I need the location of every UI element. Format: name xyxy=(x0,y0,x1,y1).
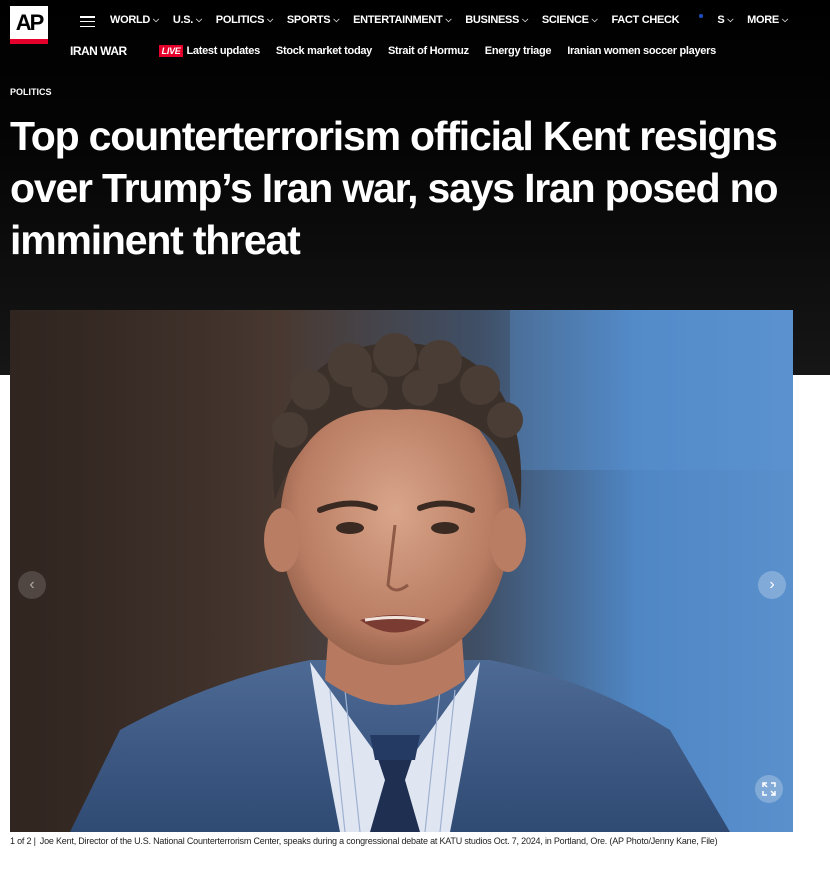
chevron-down-icon: ⌵ xyxy=(591,15,598,24)
chevron-down-icon: ⌵ xyxy=(196,15,202,24)
nav-item-more[interactable]: MORE ⌵ xyxy=(747,14,788,26)
portrait-illustration xyxy=(10,310,793,832)
subnav-label: Energy triage xyxy=(484,45,552,57)
subnav-link-hormuz[interactable]: Strait of Hormuz xyxy=(388,45,469,57)
subnav-link-latest[interactable]: LIVE Latest updates xyxy=(158,45,260,57)
nav-label: FACT CHECK xyxy=(611,14,680,26)
nav-item-us[interactable]: U.S. ⌵ xyxy=(173,14,202,26)
nav-item-politics[interactable]: POLITICS ⌵ xyxy=(216,14,273,26)
gallery-next-button[interactable]: › xyxy=(758,571,786,599)
nav-label: WORLD xyxy=(110,14,151,26)
nav-item-sports[interactable]: SPORTS ⌵ xyxy=(287,14,339,26)
logo-red-bar xyxy=(10,39,48,44)
chevron-down-icon: ⌵ xyxy=(727,15,734,24)
subnav-label: Strait of Hormuz xyxy=(388,45,469,57)
nav-label: SPORTS xyxy=(286,14,331,26)
subnav-link-energy[interactable]: Energy triage xyxy=(484,45,552,57)
subnav-label: Latest updates xyxy=(186,45,260,57)
nav-item-truncated[interactable]: S ⌵ xyxy=(717,14,733,26)
nav-label: ENTERTAINMENT xyxy=(353,14,443,26)
nav-item-world[interactable]: WORLD ⌵ xyxy=(110,14,159,26)
chevron-down-icon: ⌵ xyxy=(153,15,159,24)
nav-item-business[interactable]: BUSINESS ⌵ xyxy=(465,14,528,26)
chevron-down-icon: ⌵ xyxy=(333,15,340,24)
topic-nav: IRAN WAR LIVE Latest updates Stock market… xyxy=(70,44,732,58)
nav-label: POLITICS xyxy=(215,14,265,26)
logo-text: AP xyxy=(15,10,45,35)
caption-text: Joe Kent, Director of the U.S. National … xyxy=(39,836,718,846)
subnav-link-soccer[interactable]: Iranian women soccer players xyxy=(567,45,716,57)
subnav-link-stock[interactable]: Stock market today xyxy=(276,45,372,57)
subnav-label: Iranian women soccer players xyxy=(567,45,716,57)
gallery-expand-button[interactable] xyxy=(755,775,783,803)
chevron-down-icon: ⌵ xyxy=(267,15,273,24)
chevron-down-icon: ⌵ xyxy=(781,15,788,24)
nav-label: U.S. xyxy=(172,14,194,26)
photo-caption: 1 of 2 | Joe Kent, Director of the U.S. N… xyxy=(10,836,820,846)
chevron-down-icon: ⌵ xyxy=(522,15,528,24)
primary-nav: WORLD ⌵ U.S. ⌵ POLITICS ⌵ SPORTS ⌵ ENTERTAIN… xyxy=(110,14,802,26)
lead-photo[interactable] xyxy=(10,310,793,832)
subnav-label: Stock market today xyxy=(275,45,373,57)
nav-dot-icon xyxy=(699,14,704,18)
chevron-left-icon: ‹ xyxy=(29,576,35,593)
nav-label: SCIENCE xyxy=(541,14,589,26)
expand-icon xyxy=(762,782,776,796)
live-badge: LIVE xyxy=(158,45,184,57)
nav-label: MORE xyxy=(747,14,779,26)
chevron-down-icon: ⌵ xyxy=(445,15,452,24)
gallery-prev-button[interactable]: ‹ xyxy=(18,571,46,599)
nav-label: BUSINESS xyxy=(465,14,520,26)
page-title: Top counterterrorism official Kent resig… xyxy=(10,113,778,263)
chevron-right-icon: › xyxy=(769,576,775,593)
ap-logo[interactable]: AP xyxy=(10,6,48,44)
nav-item-fact-check[interactable]: FACT CHECK xyxy=(611,14,679,26)
topic-title[interactable]: IRAN WAR xyxy=(70,44,127,58)
gallery-counter: 1 of 2 | xyxy=(10,836,36,846)
nav-item-entertainment[interactable]: ENTERTAINMENT ⌵ xyxy=(353,14,451,26)
section-label[interactable]: POLITICS xyxy=(10,87,52,97)
nav-label: S xyxy=(717,14,725,26)
hamburger-icon[interactable] xyxy=(80,16,95,27)
nav-item-science[interactable]: SCIENCE ⌵ xyxy=(542,14,598,26)
